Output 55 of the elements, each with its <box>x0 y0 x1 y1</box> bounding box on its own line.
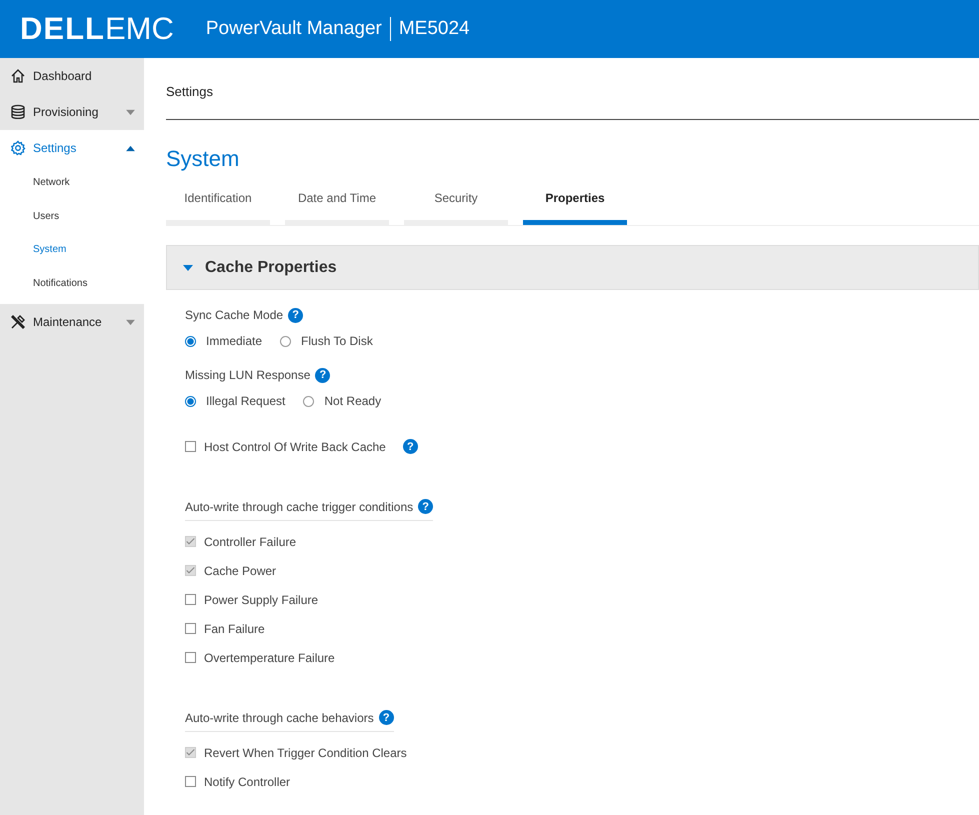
tab[interactable]: Identification <box>166 186 270 225</box>
field-label: Sync Cache Mode <box>185 308 284 322</box>
option-label: Not Ready <box>324 394 382 408</box>
option-label: Controller Failure <box>204 534 296 548</box>
help-icon[interactable]: ? <box>402 439 418 454</box>
database-icon <box>10 104 26 120</box>
checkbox[interactable] <box>185 623 196 634</box>
sidebar-subitem[interactable]: Network <box>0 166 144 200</box>
option-label: Host Control Of Write Back Cache <box>204 440 386 454</box>
radio-button[interactable] <box>303 396 314 406</box>
radio-button[interactable] <box>280 336 292 346</box>
field-label: Missing LUN Response <box>185 368 310 382</box>
checkbox[interactable] <box>185 652 196 663</box>
company-logo: DELLEMC <box>20 11 174 47</box>
tab[interactable]: Date and Time <box>285 186 389 225</box>
sidebar-subitem[interactable]: System <box>0 233 144 266</box>
help-icon[interactable]: ? <box>378 710 394 725</box>
option-label: Fan Failure <box>204 622 265 636</box>
radio-button[interactable] <box>185 396 196 406</box>
product-name: PowerVault Manager <box>206 18 382 40</box>
checkbox[interactable] <box>185 747 196 758</box>
help-icon[interactable]: ? <box>315 368 330 382</box>
breadcrumb: Settings <box>166 58 979 120</box>
model-name: ME5024 <box>398 18 470 40</box>
sidebar-subitem[interactable]: Users <box>0 200 144 233</box>
caret-icon <box>125 108 136 116</box>
help-icon[interactable]: ? <box>288 308 304 322</box>
option-label: Overtemperature Failure <box>204 650 335 664</box>
panel-header[interactable]: Cache Properties <box>166 245 979 290</box>
option-label: Illegal Request <box>206 394 286 408</box>
house-icon <box>10 68 26 84</box>
tab[interactable]: Security <box>404 186 508 225</box>
option-label: Immediate <box>206 334 262 348</box>
checkbox[interactable] <box>185 565 196 576</box>
caret-icon <box>125 144 136 152</box>
page-title: System <box>166 146 240 172</box>
tab[interactable]: Properties <box>523 186 627 225</box>
checkbox[interactable] <box>185 441 196 452</box>
group-heading: Auto-write through cache behaviors <box>185 710 374 724</box>
option-label: Cache Power <box>204 564 276 578</box>
checkbox[interactable] <box>185 776 196 787</box>
help-icon[interactable]: ? <box>418 499 434 514</box>
sidebar-subitem[interactable]: Notifications <box>0 266 144 300</box>
option-label: Flush To Disk <box>301 334 373 348</box>
checkbox[interactable] <box>185 536 196 547</box>
tools-icon <box>10 314 26 330</box>
option-label: Power Supply Failure <box>204 592 318 606</box>
radio-button[interactable] <box>185 336 196 346</box>
option-label: Revert When Trigger Condition Clears <box>204 746 407 760</box>
group-heading: Auto-write through cache trigger conditions <box>185 500 414 514</box>
option-label: Notify Controller <box>204 774 290 788</box>
checkbox[interactable] <box>185 594 196 605</box>
settings-icon <box>10 140 26 156</box>
caret-icon <box>125 318 136 326</box>
caret-icon <box>183 264 193 270</box>
